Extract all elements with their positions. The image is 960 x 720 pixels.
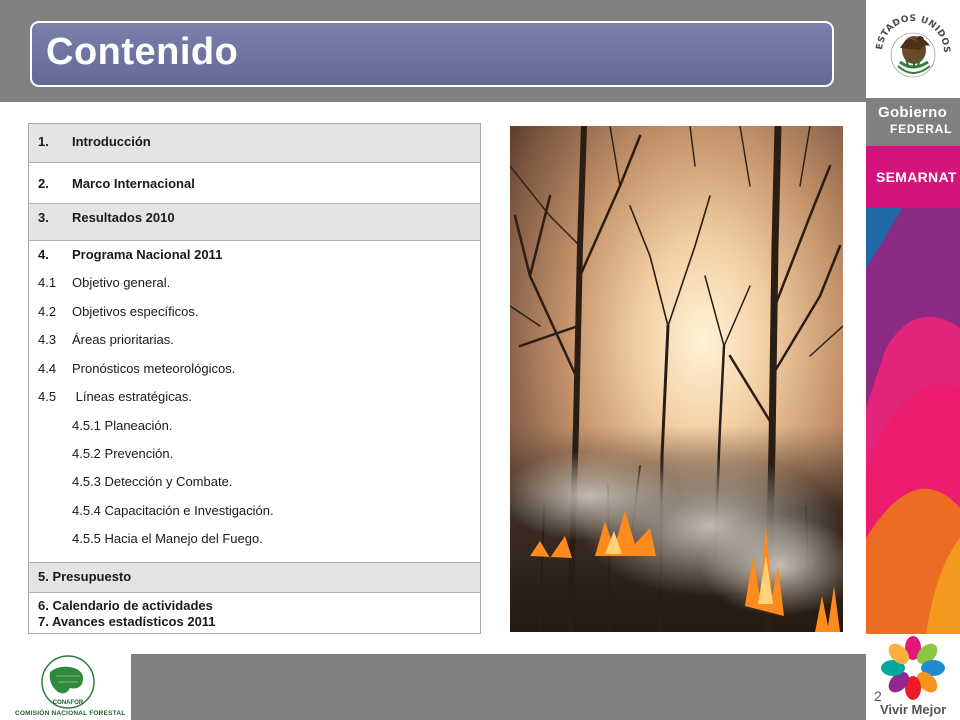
toc-row: 3. Resultados 2010: [29, 204, 480, 241]
vivir-mejor-logo: Vivir Mejor: [866, 634, 960, 720]
conafor-emblem-icon: CONAFOR: [41, 655, 95, 709]
toc-item-resultados-2010: Resultados 2010: [72, 210, 175, 225]
semarnat-logo: SEMARNAT: [866, 146, 960, 208]
toc-subitem-prevencion: 4.5.2 Prevención.: [72, 446, 174, 461]
toc-number: 2.: [38, 176, 49, 191]
title-box: Contenido: [30, 21, 834, 87]
toc-number: 4.4: [38, 361, 57, 376]
gobierno-federal-logo: Gobierno FEDERAL: [866, 98, 960, 146]
toc-item-areas-prioritarias: Áreas prioritarias.: [72, 332, 174, 347]
toc-row: 6. Calendario de actividades 7. Avances …: [29, 593, 480, 633]
toc-row: 5. Presupuesto: [29, 563, 480, 593]
toc-item-programa-nacional: Programa Nacional 2011: [72, 247, 223, 262]
semarnat-label: SEMARNAT: [876, 169, 957, 185]
toc-item-lineas-estrategicas: Líneas estratégicas.: [72, 389, 192, 404]
toc-number: 3.: [38, 210, 49, 225]
toc-row: 1. Introducción: [29, 124, 480, 163]
toc-item-objetivos-especificos: Objetivos específicos.: [72, 304, 199, 319]
page-title: Contenido: [46, 31, 239, 73]
mexican-seal-icon: ESTADOS UNIDOS MEXICANOS: [870, 0, 951, 78]
vivir-mejor-label: Vivir Mejor: [880, 702, 947, 717]
federal-label: FEDERAL: [890, 122, 953, 136]
toc-number: 4.3: [38, 332, 57, 347]
toc-subitem-capacitacion: 4.5.4 Capacitación e Investigación.: [72, 503, 274, 518]
conafor-full-label: COMISIÓN NACIONAL FORESTAL: [15, 710, 126, 717]
toc-number: 4.2: [38, 304, 57, 319]
gobierno-label: Gobierno: [878, 104, 948, 121]
branding-panel: ESTADOS UNIDOS MEXICANOS Gobierno FEDERA…: [866, 0, 960, 720]
decorative-stripes: [866, 208, 960, 634]
toc-item-introduccion: Introducción: [72, 134, 151, 149]
toc-subitem-deteccion: 4.5.3 Detección y Combate.: [72, 474, 233, 489]
forest-fire-photo: [510, 126, 843, 632]
conafor-short-label: CONAFOR: [53, 700, 84, 706]
page-number: 2: [874, 688, 882, 704]
footer-bar: [131, 654, 866, 720]
toc-item-objetivo-general: Objetivo general.: [72, 275, 171, 290]
toc-item-presupuesto: 5. Presupuesto: [38, 569, 132, 584]
toc-subitem-planeacion: 4.5.1 Planeación.: [72, 418, 173, 433]
header-bar: Contenido: [0, 0, 866, 102]
table-of-contents: 1. Introducción 2. Marco Internacional 3…: [28, 123, 481, 634]
toc-section-programa: 4. Programa Nacional 2011 4.1 Objetivo g…: [29, 241, 480, 563]
toc-number: 1.: [38, 134, 49, 149]
toc-row: 2. Marco Internacional: [29, 163, 480, 204]
toc-number: 4.: [38, 247, 49, 262]
conafor-logo: CONAFOR COMISIÓN NACIONAL FORESTAL: [0, 654, 131, 720]
toc-item-marco-internacional: Marco Internacional: [72, 176, 195, 191]
toc-item-pronosticos: Pronósticos meteorológicos.: [72, 361, 236, 376]
toc-subitem-manejo-fuego: 4.5.5 Hacia el Manejo del Fuego.: [72, 531, 263, 546]
toc-number: 4.1: [38, 275, 57, 290]
toc-number: 4.5: [38, 389, 57, 404]
toc-item-avances: 7. Avances estadísticos 2011: [38, 614, 216, 629]
toc-item-calendario: 6. Calendario de actividades: [38, 598, 213, 613]
